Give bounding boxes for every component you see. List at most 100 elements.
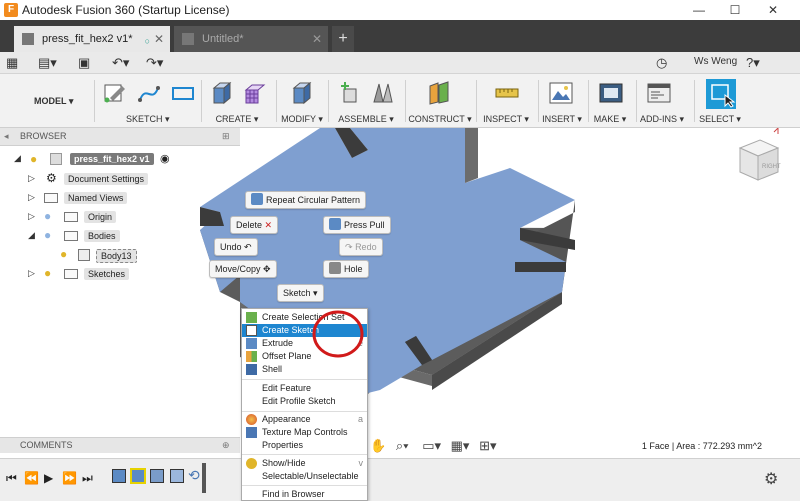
save-icon[interactable]: ▣ bbox=[78, 55, 90, 71]
repeat-circular-pattern-button[interactable]: Repeat Circular Pattern bbox=[245, 191, 367, 209]
sketch-dropdown-button[interactable]: Sketch ▾ bbox=[277, 284, 324, 302]
tree-item-bodies[interactable]: ◢ ● Bodies bbox=[28, 228, 208, 245]
undo-button[interactable]: Undo ↶ bbox=[214, 238, 258, 256]
scripts-icon[interactable] bbox=[646, 80, 672, 106]
expand-caret-icon[interactable]: ◢ bbox=[28, 230, 35, 241]
new-component-icon[interactable] bbox=[338, 80, 364, 106]
timeline-feature-icon[interactable] bbox=[170, 469, 184, 483]
close-tab-icon[interactable]: ✕ bbox=[154, 26, 164, 52]
comments-toggle-icon[interactable]: ⊕ bbox=[222, 440, 230, 451]
timeline-feature-icon[interactable] bbox=[150, 469, 164, 483]
assemble-menu[interactable]: ASSEMBLE ▾ bbox=[336, 114, 396, 125]
expand-caret-icon[interactable]: ▷ bbox=[28, 268, 35, 279]
minimize-button[interactable]: — bbox=[682, 0, 716, 20]
timeline-settings-gear-icon[interactable]: ⚙ bbox=[764, 469, 778, 489]
menu-item-edit-feature[interactable]: Edit Feature bbox=[242, 382, 367, 395]
construct-menu[interactable]: CONSTRUCT ▾ bbox=[408, 114, 472, 125]
undo-icon[interactable]: ↶▾ bbox=[112, 55, 129, 71]
add-ins-menu[interactable]: ADD-INS ▾ bbox=[640, 114, 684, 125]
comments-label: COMMENTS bbox=[20, 440, 73, 450]
visibility-bulb-icon[interactable]: ● bbox=[30, 152, 37, 166]
hole-button[interactable]: Hole bbox=[323, 260, 369, 278]
offset-plane-icon[interactable] bbox=[426, 80, 452, 106]
grid-menu-icon[interactable]: ▦ bbox=[6, 55, 18, 71]
3d-print-icon[interactable] bbox=[598, 80, 624, 106]
move-copy-button[interactable]: Move/Copy ✥ bbox=[209, 260, 277, 278]
insert-menu[interactable]: INSERT ▾ bbox=[540, 114, 584, 125]
visibility-bulb-icon[interactable]: ● bbox=[44, 209, 51, 223]
expand-caret-icon[interactable]: ▷ bbox=[28, 211, 35, 222]
timeline-feature-icon[interactable] bbox=[130, 468, 146, 484]
activate-radio-icon[interactable]: ◉ bbox=[160, 152, 170, 165]
create-menu[interactable]: CREATE ▾ bbox=[214, 114, 260, 125]
maximize-button[interactable]: ☐ bbox=[718, 0, 752, 20]
new-tab-button[interactable]: + bbox=[332, 26, 354, 52]
tree-item-sketches[interactable]: ▷ ● Sketches bbox=[28, 266, 208, 283]
menu-item-edit-profile-sketch[interactable]: Edit Profile Sketch bbox=[242, 395, 367, 408]
pattern-feature-icon[interactable]: ⟲ bbox=[188, 467, 200, 484]
insert-image-icon[interactable] bbox=[548, 80, 574, 106]
tree-item-named-views[interactable]: ▷ Named Views bbox=[28, 191, 208, 207]
go-to-start-icon[interactable]: ⏮ bbox=[6, 471, 17, 486]
menu-item-selectable-unselectable[interactable]: Selectable/Unselectable bbox=[242, 470, 367, 483]
collapse-browser-icon[interactable]: ◂ bbox=[4, 131, 9, 142]
menu-item-appearance[interactable]: Appearance a bbox=[242, 413, 367, 426]
go-to-end-icon[interactable]: ⏭ bbox=[82, 471, 93, 486]
select-menu[interactable]: SELECT ▾ bbox=[698, 114, 742, 125]
make-menu[interactable]: MAKE ▾ bbox=[590, 114, 630, 125]
visibility-bulb-icon[interactable]: ● bbox=[44, 266, 51, 280]
line-icon[interactable] bbox=[136, 80, 162, 106]
joint-icon[interactable] bbox=[370, 80, 396, 106]
step-forward-icon[interactable]: ⏩ bbox=[62, 471, 77, 485]
visibility-bulb-icon[interactable]: ● bbox=[44, 228, 51, 242]
browser-header[interactable]: ◂ BROWSER ⊞ bbox=[0, 128, 240, 146]
step-back-icon[interactable]: ⏪ bbox=[24, 471, 39, 485]
play-icon[interactable]: ▶ bbox=[44, 471, 53, 485]
sketch-menu[interactable]: SKETCH ▾ bbox=[126, 114, 170, 125]
press-pull-button[interactable]: Press Pull bbox=[323, 216, 391, 234]
timeline-feature-icon[interactable] bbox=[112, 469, 126, 483]
redo-button[interactable]: ↷ Redo bbox=[339, 238, 383, 256]
help-icon[interactable]: ?▾ bbox=[746, 55, 760, 71]
display-settings-icon[interactable]: ▭▾ bbox=[422, 438, 441, 453]
viewports-icon[interactable]: ⊞▾ bbox=[479, 438, 496, 453]
tree-root[interactable]: ◢ ● press_fit_hex2 v1 ◉ bbox=[14, 152, 184, 168]
tab-untitled[interactable]: Untitled* ✕ bbox=[174, 26, 328, 52]
menu-item-properties[interactable]: Properties bbox=[242, 439, 367, 452]
redo-icon[interactable]: ↷▾ bbox=[146, 55, 163, 71]
history-clock-icon[interactable]: ◷ bbox=[656, 55, 667, 71]
close-window-button[interactable]: ✕ bbox=[756, 0, 790, 20]
workspace-switcher[interactable]: MODEL ▾ bbox=[34, 96, 73, 107]
pan-icon[interactable]: ✋ bbox=[370, 438, 386, 453]
menu-item-show-hide[interactable]: Show/Hide v bbox=[242, 457, 367, 470]
visibility-bulb-icon[interactable]: ● bbox=[60, 247, 67, 261]
timeline-marker[interactable] bbox=[202, 463, 206, 493]
create-sketch-icon[interactable] bbox=[102, 80, 128, 106]
grid-settings-icon[interactable]: ▦▾ bbox=[451, 438, 470, 453]
zoom-icon[interactable]: ⌕▾ bbox=[396, 438, 409, 453]
measure-icon[interactable] bbox=[494, 80, 520, 106]
select-icon[interactable] bbox=[706, 79, 736, 109]
modify-menu[interactable]: MODIFY ▾ bbox=[280, 114, 324, 125]
close-tab-icon[interactable]: ✕ bbox=[312, 26, 322, 52]
file-icon[interactable]: ▤▾ bbox=[38, 55, 57, 71]
inspect-menu[interactable]: INSPECT ▾ bbox=[480, 114, 532, 125]
menu-item-shell[interactable]: Shell bbox=[242, 363, 367, 376]
comments-panel[interactable]: COMMENTS ⊕ bbox=[0, 437, 240, 453]
menu-item-find-in-browser[interactable]: Find in Browser bbox=[242, 488, 367, 501]
tab-press-fit-hex2[interactable]: press_fit_hex2 v1* ○ ✕ bbox=[14, 26, 170, 52]
menu-item-texture-map-controls[interactable]: Texture Map Controls bbox=[242, 426, 367, 439]
expand-caret-icon[interactable]: ▷ bbox=[28, 192, 35, 203]
viewcube[interactable]: RIGHT bbox=[738, 128, 781, 181]
extrude-icon[interactable] bbox=[208, 80, 234, 106]
expand-caret-icon[interactable]: ◢ bbox=[14, 153, 21, 164]
pattern-icon[interactable] bbox=[242, 80, 268, 106]
user-name[interactable]: Ws Weng bbox=[694, 56, 737, 67]
delete-button[interactable]: Delete ✕ bbox=[230, 216, 279, 234]
press-pull-icon[interactable] bbox=[288, 80, 314, 106]
browser-options-icon[interactable]: ⊞ bbox=[222, 131, 230, 142]
expand-caret-icon[interactable]: ▷ bbox=[28, 173, 35, 184]
tree-item-origin[interactable]: ▷ ● Origin bbox=[28, 209, 208, 226]
tree-item-document-settings[interactable]: ▷ ⚙ Document Settings bbox=[28, 171, 208, 188]
rectangle-icon[interactable] bbox=[170, 80, 196, 106]
